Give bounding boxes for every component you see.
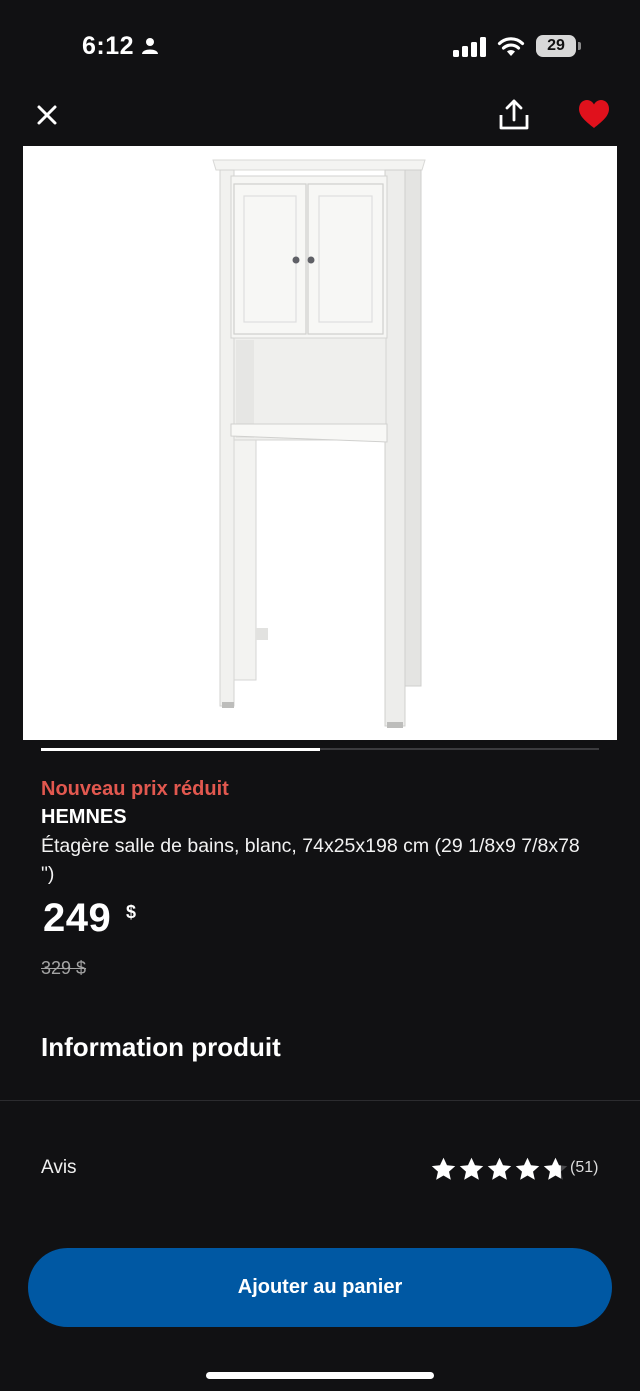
star-icon: [515, 1157, 540, 1180]
person-icon: [142, 38, 158, 54]
price: 249 $: [43, 896, 136, 941]
reviews-row[interactable]: Avis (51): [0, 1140, 640, 1196]
battery-tip: [578, 42, 581, 50]
carousel-progress-fill: [41, 747, 320, 751]
close-button[interactable]: [32, 100, 62, 130]
price-label: Nouveau prix réduit: [41, 778, 229, 800]
close-icon: [37, 105, 57, 125]
reviews-label: Avis: [41, 1157, 77, 1178]
heart-icon: [579, 100, 609, 128]
share-icon: [499, 99, 529, 130]
signal-icon: [453, 37, 486, 57]
star-icon: [459, 1157, 484, 1180]
star-icon: [431, 1157, 456, 1180]
product-name: HEMNES: [41, 806, 127, 828]
old-price: 329 $: [41, 958, 87, 978]
product-description: Étagère salle de bains, blanc, 74x25x198…: [41, 835, 580, 885]
star-icon: [543, 1157, 568, 1180]
product-information-link[interactable]: Information produit: [41, 1032, 281, 1063]
star-icon: [487, 1157, 512, 1180]
status-bar: 6:12 29: [0, 0, 640, 92]
product-image[interactable]: [23, 146, 617, 740]
wifi-icon: [497, 37, 525, 56]
favorite-button[interactable]: [576, 98, 612, 130]
price-currency: $: [126, 902, 137, 922]
status-time: 6:12: [82, 32, 135, 60]
add-to-cart-button[interactable]: Ajouter au panier: [28, 1248, 612, 1327]
rating-stars: [430, 1156, 569, 1182]
home-indicator: [206, 1372, 434, 1379]
review-count: (51): [570, 1159, 599, 1176]
battery-level: 29: [547, 37, 565, 54]
divider: [0, 1100, 640, 1101]
price-amount: 249: [43, 896, 112, 940]
carousel-progress: [41, 747, 599, 751]
battery-indicator: 29: [536, 35, 576, 57]
cabinet-image: [212, 159, 426, 728]
share-button[interactable]: [496, 98, 532, 132]
top-bar: [0, 92, 640, 138]
